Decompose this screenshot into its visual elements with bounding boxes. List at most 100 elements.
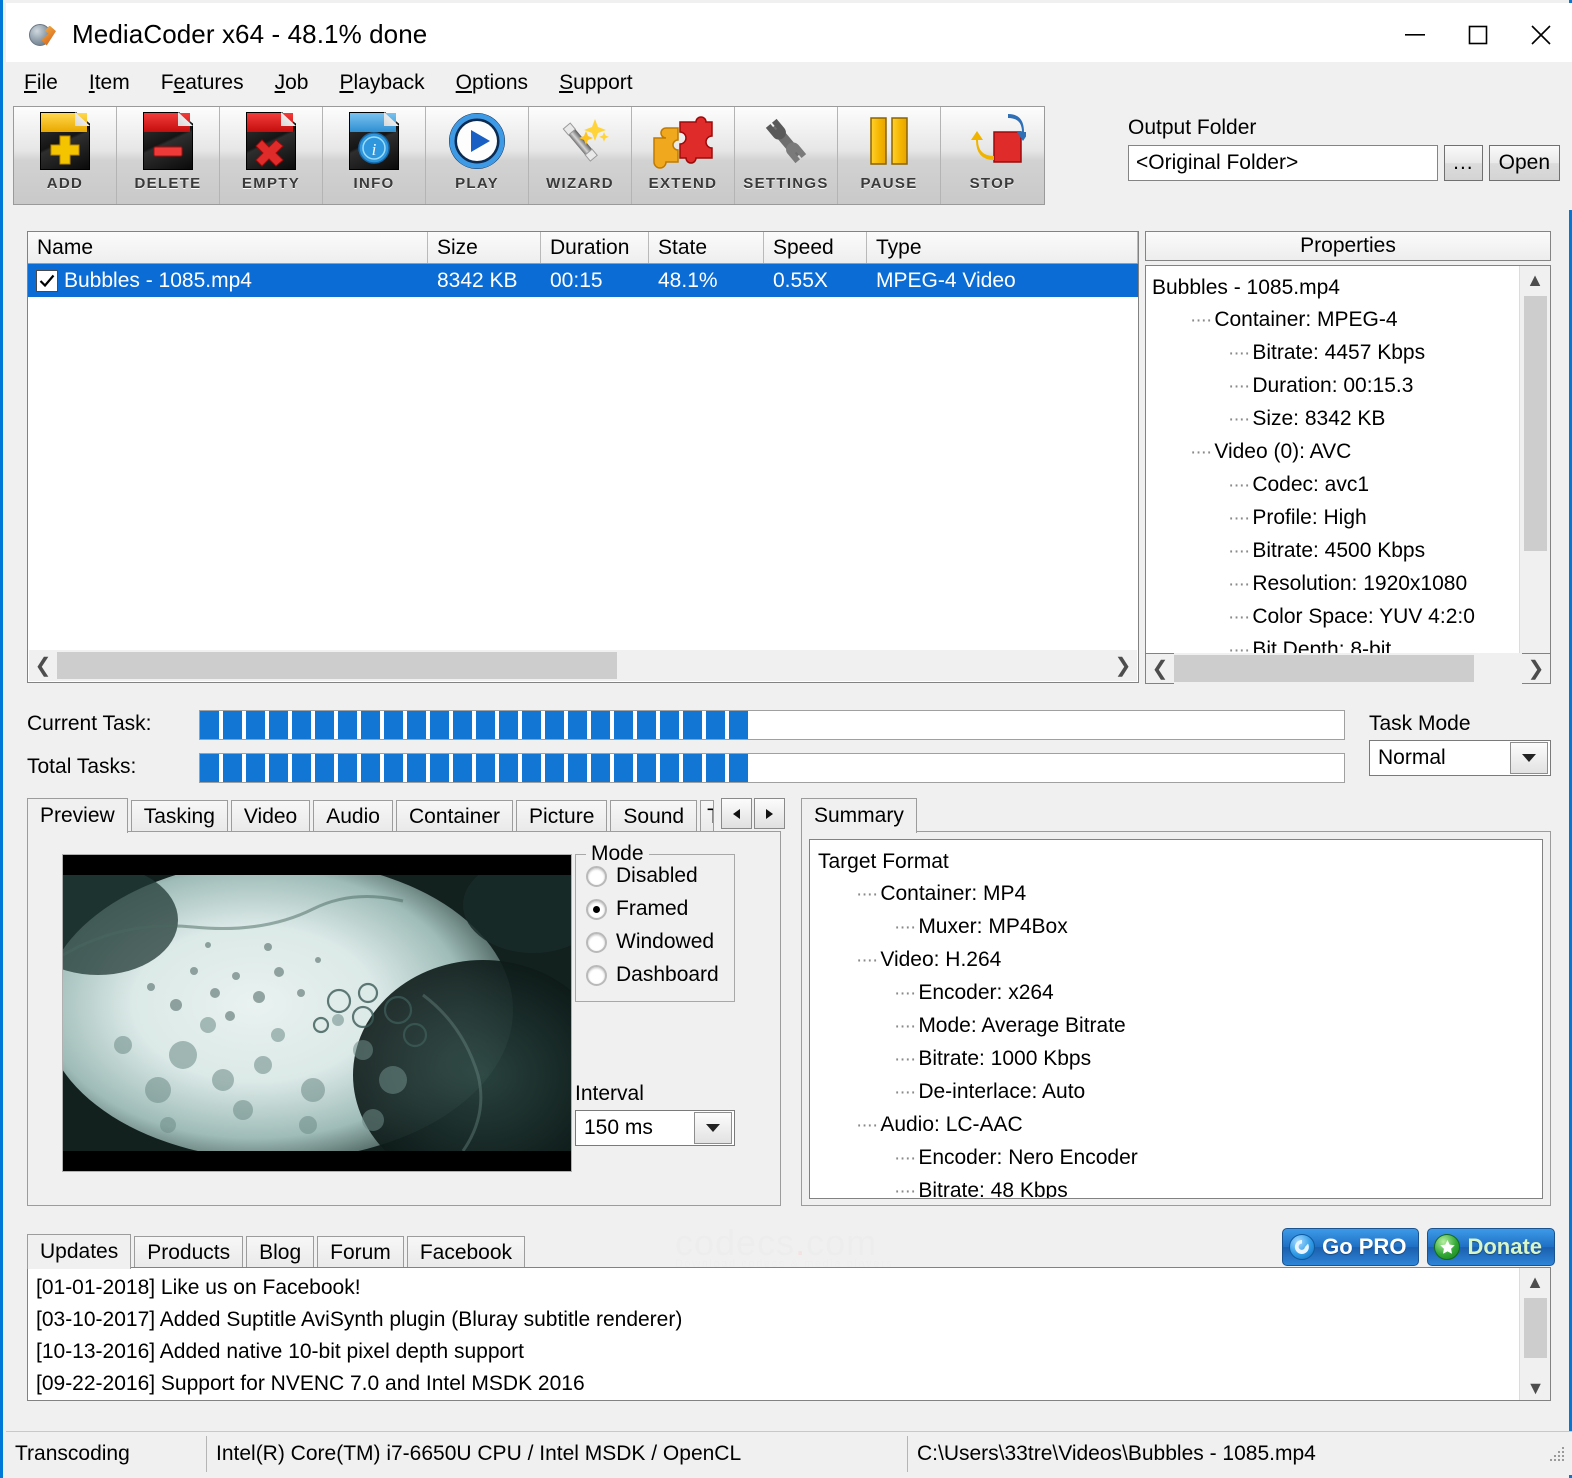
radio-button-icon[interactable] xyxy=(586,931,607,953)
table-row[interactable]: Bubbles - 1085.mp4 8342 KB 00:15 48.1% 0… xyxy=(28,264,1138,297)
chevron-up-icon[interactable]: ▲ xyxy=(1520,1268,1550,1296)
toolbar-empty-button[interactable]: EMPTY xyxy=(220,107,323,204)
chevron-up-icon[interactable]: ▲ xyxy=(1520,266,1550,294)
task-mode-select[interactable]: Normal xyxy=(1369,740,1551,776)
chevron-down-icon[interactable] xyxy=(1510,742,1548,774)
close-button[interactable] xyxy=(1509,3,1572,66)
tree-node[interactable]: ···· Muxer: MP4Box xyxy=(818,911,1542,944)
radio-disabled[interactable]: Disabled xyxy=(586,864,734,888)
chevron-right-icon[interactable]: ❯ xyxy=(1522,653,1550,684)
radio-button-icon[interactable] xyxy=(586,898,607,920)
radio-framed[interactable]: Framed xyxy=(586,897,734,921)
toolbar-delete-button[interactable]: DELETE xyxy=(117,107,220,204)
column-header-speed[interactable]: Speed xyxy=(764,232,867,263)
news-item[interactable]: [01-01-2018] Like us on Facebook! xyxy=(28,1272,1550,1304)
news-vertical-scrollbar[interactable]: ▲ ▼ xyxy=(1519,1268,1550,1400)
tree-node[interactable]: Bubbles - 1085.mp4 xyxy=(1152,272,1550,304)
scrollbar-track[interactable] xyxy=(1174,653,1522,684)
properties-horizontal-scrollbar[interactable]: ❮ ❯ xyxy=(1145,653,1551,684)
menu-options[interactable]: Options xyxy=(456,72,528,93)
toolbar-stop-button[interactable]: STOP xyxy=(941,107,1044,204)
menu-job[interactable]: Job xyxy=(275,72,309,93)
scrollbar-track[interactable] xyxy=(57,650,1109,681)
tree-node[interactable]: ···· Profile: High xyxy=(1152,502,1550,535)
tree-node[interactable]: ···· Resolution: 1920x1080 xyxy=(1152,568,1550,601)
news-item[interactable]: [10-13-2016] Added native 10-bit pixel d… xyxy=(28,1336,1550,1368)
chevron-right-icon[interactable]: ❯ xyxy=(1109,650,1137,681)
radio-button-icon[interactable] xyxy=(586,964,607,986)
triangle-left-icon[interactable] xyxy=(721,798,753,829)
tree-node[interactable]: ···· Container: MP4 xyxy=(818,878,1542,911)
menu-features[interactable]: Features xyxy=(161,72,244,93)
output-folder-browse-button[interactable]: ... xyxy=(1444,145,1483,181)
tab-updates[interactable]: Updates xyxy=(27,1234,132,1269)
menu-file[interactable]: File xyxy=(24,72,58,93)
tree-node[interactable]: ···· Video: H.264 xyxy=(818,944,1542,977)
tab-container[interactable]: Container xyxy=(395,800,514,832)
tab-blog[interactable]: Blog xyxy=(246,1236,315,1268)
triangle-right-icon[interactable] xyxy=(754,798,786,829)
scrollbar-thumb[interactable] xyxy=(1174,655,1474,682)
maximize-button[interactable] xyxy=(1446,3,1509,66)
radio-button-icon[interactable] xyxy=(586,865,607,887)
tab-facebook[interactable]: Facebook xyxy=(406,1236,526,1268)
toolbar-info-button[interactable]: i INFO xyxy=(323,107,426,204)
tab-forum[interactable]: Forum xyxy=(317,1236,404,1268)
tab-audio[interactable]: Audio xyxy=(313,800,393,832)
tree-node[interactable]: ···· Bitrate: 1000 Kbps xyxy=(818,1043,1542,1076)
tree-node[interactable]: ···· Codec: avc1 xyxy=(1152,469,1550,502)
tree-node[interactable]: ···· Bitrate: 4500 Kbps xyxy=(1152,535,1550,568)
radio-dashboard[interactable]: Dashboard xyxy=(586,963,734,987)
tab-summary[interactable]: Summary xyxy=(801,798,917,833)
tree-node[interactable]: ···· Encoder: x264 xyxy=(818,977,1542,1010)
toolbar-settings-button[interactable]: SETTINGS xyxy=(735,107,838,204)
tree-node[interactable]: ···· Audio: LC-AAC xyxy=(818,1109,1542,1142)
tab-video[interactable]: Video xyxy=(230,800,311,832)
tree-node[interactable]: ···· Duration: 00:15.3 xyxy=(1152,370,1550,403)
tree-node[interactable]: Target Format xyxy=(818,846,1542,878)
output-folder-open-button[interactable]: Open xyxy=(1488,145,1560,181)
tab-products[interactable]: Products xyxy=(134,1236,244,1268)
column-header-duration[interactable]: Duration xyxy=(541,232,649,263)
tree-node[interactable]: ···· Container: MPEG-4 xyxy=(1152,304,1550,337)
chevron-down-icon[interactable] xyxy=(694,1112,732,1144)
chevron-left-icon[interactable]: ❮ xyxy=(29,650,57,681)
column-header-size[interactable]: Size xyxy=(428,232,541,263)
chevron-down-icon[interactable]: ▼ xyxy=(1520,1374,1550,1400)
resize-grip-icon[interactable] xyxy=(1548,1445,1566,1463)
minimize-button[interactable] xyxy=(1383,3,1446,66)
radio-windowed[interactable]: Windowed xyxy=(586,930,734,954)
news-item[interactable]: [09-22-2016] Support for NVENC 7.0 and I… xyxy=(28,1368,1550,1400)
tab-picture[interactable]: Picture xyxy=(516,800,608,832)
go-pro-button[interactable]: Go PRO xyxy=(1282,1228,1420,1266)
menu-item[interactable]: Item xyxy=(89,72,130,93)
news-item[interactable]: [03-10-2017] Added Suptitle AviSynth plu… xyxy=(28,1304,1550,1336)
tree-node[interactable]: ···· De-interlace: Auto xyxy=(818,1076,1542,1109)
toolbar-play-button[interactable]: PLAY xyxy=(426,107,529,204)
tab-preview[interactable]: Preview xyxy=(27,798,128,833)
donate-button[interactable]: Donate xyxy=(1427,1228,1555,1266)
menu-playback[interactable]: Playback xyxy=(339,72,424,93)
toolbar-add-button[interactable]: ADD xyxy=(14,107,117,204)
row-checkbox[interactable] xyxy=(36,269,58,292)
tab-tasking[interactable]: Tasking xyxy=(130,800,228,832)
scrollbar-thumb[interactable] xyxy=(1524,296,1547,551)
scrollbar-thumb[interactable] xyxy=(57,652,617,679)
output-folder-input[interactable]: <Original Folder> xyxy=(1128,145,1439,181)
chevron-left-icon[interactable]: ❮ xyxy=(1146,653,1174,684)
interval-select[interactable]: 150 ms xyxy=(575,1110,735,1146)
toolbar-wizard-button[interactable]: WIZARD xyxy=(529,107,632,204)
tree-node[interactable]: ···· Bitrate: 48 Kbps xyxy=(818,1175,1542,1198)
toolbar-extend-button[interactable]: EXTEND xyxy=(632,107,735,204)
tree-node[interactable]: ···· Bitrate: 4457 Kbps xyxy=(1152,337,1550,370)
tree-node[interactable]: ···· Mode: Average Bitrate xyxy=(818,1010,1542,1043)
tab-sound[interactable]: Sound xyxy=(610,800,698,832)
scrollbar-thumb[interactable] xyxy=(1524,1298,1547,1358)
properties-vertical-scrollbar[interactable]: ▲ ▼ xyxy=(1519,266,1550,682)
file-list-horizontal-scrollbar[interactable]: ❮ ❯ xyxy=(29,650,1137,681)
tree-node[interactable]: ···· Video (0): AVC xyxy=(1152,436,1550,469)
column-header-name[interactable]: Name xyxy=(28,232,428,263)
tab-time[interactable]: Ti xyxy=(700,800,715,832)
toolbar-pause-button[interactable]: PAUSE xyxy=(838,107,941,204)
column-header-state[interactable]: State xyxy=(649,232,764,263)
